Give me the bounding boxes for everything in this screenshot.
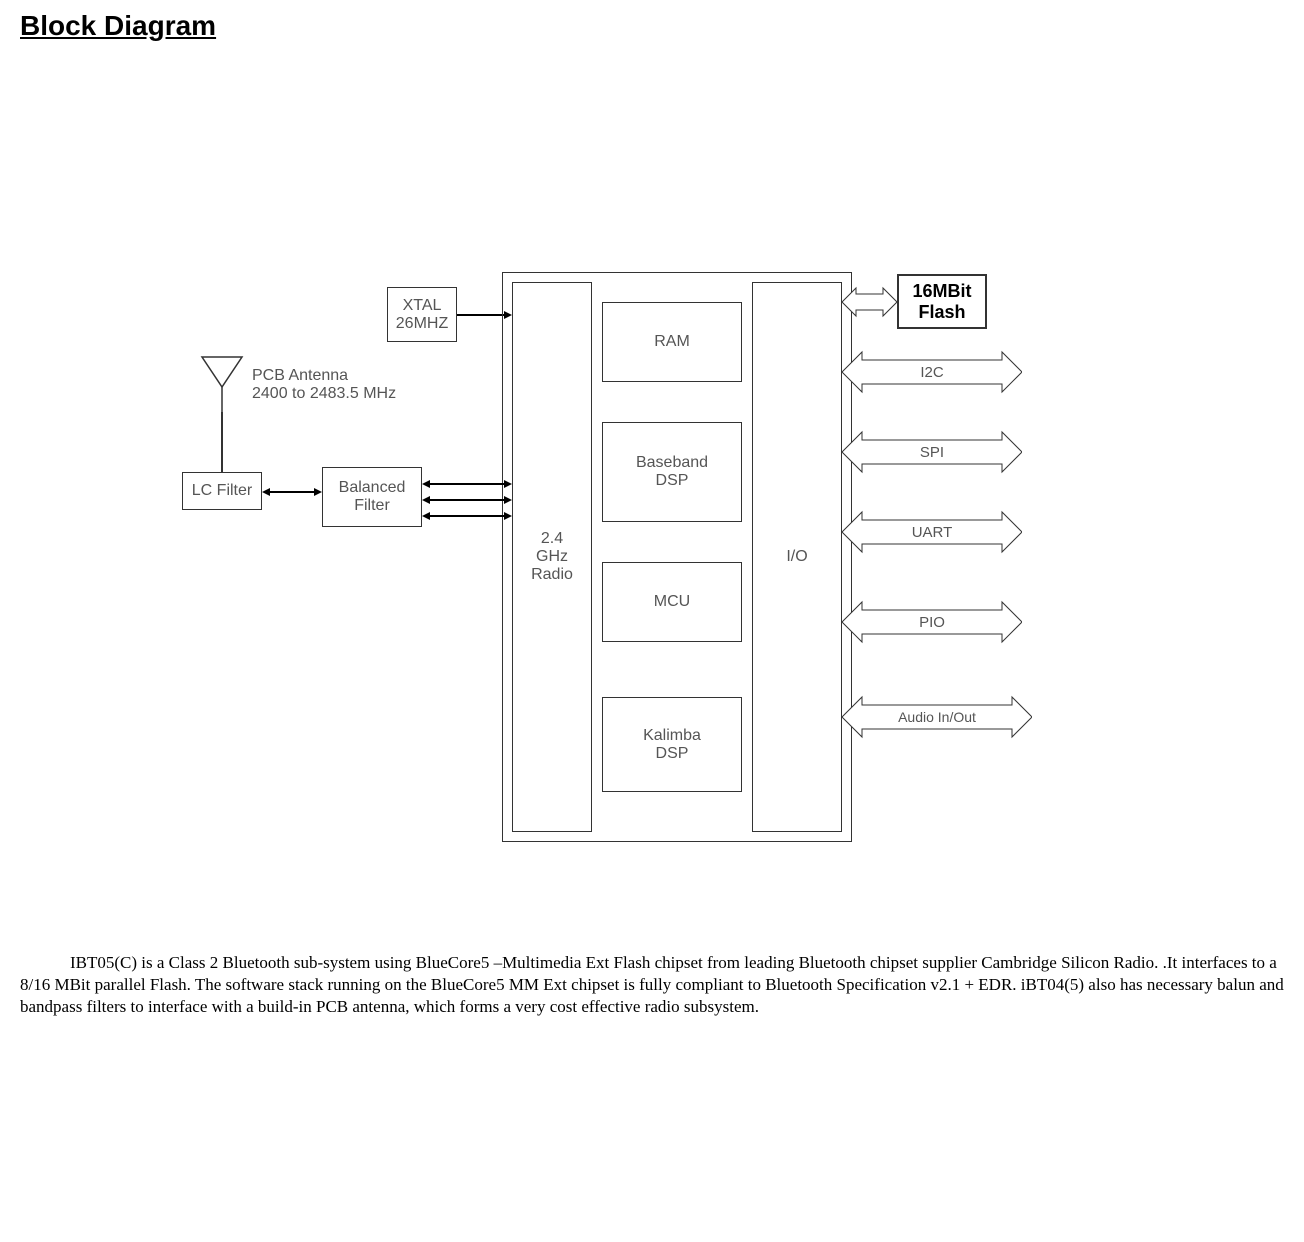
svg-text:PIO: PIO [919, 614, 945, 631]
arrow-i2c: I2C [842, 347, 1022, 397]
arrow-spi: SPI [842, 427, 1022, 477]
balanced-filter-block: Balanced Filter [322, 467, 422, 527]
radio-block: 2.4 GHz Radio [512, 282, 592, 832]
description-paragraph: IBT05(C) is a Class 2 Bluetooth sub-syst… [20, 952, 1284, 1018]
kalimba-block: Kalimba DSP [602, 697, 742, 792]
antenna-label: PCB Antenna 2400 to 2483.5 MHz [252, 367, 396, 403]
xtal-block: XTAL 26MHZ [387, 287, 457, 342]
svg-text:SPI: SPI [920, 444, 944, 461]
lc-filter-block: LC Filter [182, 472, 262, 510]
ram-block: RAM [602, 302, 742, 382]
arrow-io-flash [842, 282, 897, 322]
arrow-bf-radio-3 [422, 512, 512, 520]
arrow-bf-radio-2 [422, 496, 512, 504]
antenna-icon [197, 352, 247, 412]
baseband-block: Baseband DSP [602, 422, 742, 522]
flash-block: 16MBit Flash [897, 274, 987, 329]
antenna-line [221, 412, 223, 472]
svg-text:I2C: I2C [920, 364, 944, 381]
arrow-bf-radio-1 [422, 480, 512, 488]
page-title: Block Diagram [20, 10, 1284, 42]
arrow-lc-balanced [262, 488, 322, 496]
svg-text:Audio In/Out: Audio In/Out [898, 709, 976, 725]
io-block: I/O [752, 282, 842, 832]
mcu-block: MCU [602, 562, 742, 642]
arrow-audio: Audio In/Out [842, 692, 1032, 742]
arrow-pio: PIO [842, 597, 1022, 647]
arrow-uart: UART [842, 507, 1022, 557]
svg-text:UART: UART [912, 524, 953, 541]
block-diagram: PCB Antenna 2400 to 2483.5 MHz LC Filter… [152, 102, 1152, 852]
